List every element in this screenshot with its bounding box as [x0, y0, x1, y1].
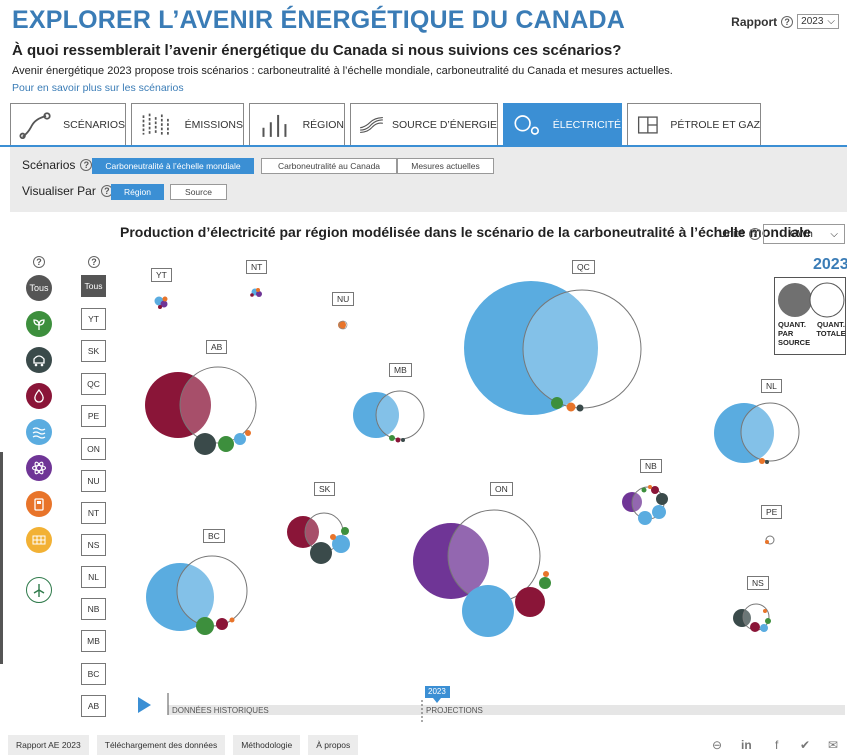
timeline-historical-label: DONNÉES HISTORIQUES — [172, 706, 269, 715]
bubble-gas — [515, 587, 545, 617]
bubble-oil — [566, 402, 576, 412]
bubble-coal — [656, 493, 668, 505]
bubble-biomass — [641, 487, 647, 493]
region-bubbles-ns[interactable] — [733, 603, 771, 632]
bubble-oil — [759, 458, 765, 464]
app-root: EXPLORER L’AVENIR ÉNERGÉTIQUE DU CANADA … — [0, 0, 847, 756]
region-label-nl: NL — [761, 379, 782, 393]
region-label-pe: PE — [761, 505, 783, 519]
timeline-marker-pointer — [433, 698, 441, 703]
bubble-hydro — [234, 433, 246, 445]
timeline-projections-label: PROJECTIONS — [426, 706, 483, 715]
region-label-qc: QC — [572, 260, 595, 274]
bubble-coal — [401, 438, 405, 442]
footer-methodology-button[interactable]: Méthodologie — [233, 735, 301, 755]
bubble-gas — [250, 293, 254, 297]
bubble-gas — [651, 486, 659, 494]
bubble-gas — [395, 437, 401, 443]
bubble-total — [740, 402, 800, 462]
region-bubbles-nu[interactable] — [338, 320, 348, 330]
region-label-ab: AB — [206, 340, 228, 354]
bubble-total — [176, 555, 248, 627]
region-bubbles-nt[interactable] — [250, 288, 262, 297]
bubble-total — [179, 366, 257, 444]
footer-download-button[interactable]: Téléchargement des données — [96, 735, 226, 755]
bubble-hydro — [462, 585, 514, 637]
bubble-gas — [158, 305, 162, 309]
region-label-ns: NS — [747, 576, 769, 590]
region-bubbles-ab[interactable] — [145, 366, 257, 455]
bubble-biomass — [765, 618, 771, 624]
region-bubbles-on[interactable] — [413, 509, 551, 637]
bubble-oil — [765, 540, 769, 544]
bubble-oil — [162, 296, 168, 302]
bubble-biomass — [539, 577, 551, 589]
bubble-oil — [648, 485, 652, 489]
bubble-oil — [256, 288, 260, 292]
region-bubbles-nb[interactable] — [622, 485, 668, 525]
footer-report-button[interactable]: Rapport AE 2023 — [8, 735, 89, 755]
bubble-oil — [543, 571, 549, 577]
region-label-nt: NT — [246, 260, 268, 274]
twitter-icon[interactable]: ✔ — [800, 738, 810, 752]
bubble-nuclear — [256, 291, 262, 297]
region-bubbles-nl[interactable] — [714, 402, 800, 464]
bubble-gas — [750, 622, 760, 632]
bubble-biomass — [551, 397, 563, 409]
region-bubbles-mb[interactable] — [353, 390, 425, 443]
region-label-mb: MB — [389, 363, 412, 377]
linkedin-icon[interactable]: in — [741, 738, 752, 752]
bubble-chart — [138, 281, 845, 723]
region-label-on: ON — [490, 482, 513, 496]
bubble-hydro — [760, 624, 768, 632]
region-label-nb: NB — [640, 459, 662, 473]
region-label-sk: SK — [314, 482, 336, 496]
email-icon[interactable]: ✉ — [828, 738, 838, 752]
link-icon[interactable]: ⊖ — [712, 738, 722, 752]
bubble-biomass — [341, 527, 349, 535]
region-label-yt: YT — [151, 268, 172, 282]
region-bubbles-qc[interactable] — [464, 281, 642, 415]
region-bubbles-yt[interactable] — [154, 296, 168, 310]
footer-about-button[interactable]: À propos — [308, 735, 359, 755]
bubble-oil — [229, 617, 235, 623]
facebook-icon[interactable]: f — [775, 738, 778, 752]
region-bubbles-pe[interactable] — [765, 535, 775, 545]
bubble-biomass — [196, 617, 214, 635]
bubble-oil — [763, 609, 767, 613]
bubble-hydro — [652, 505, 666, 519]
bubble-coal — [765, 460, 769, 464]
region-label-bc: BC — [203, 529, 225, 543]
bubble-coal — [310, 542, 332, 564]
play-icon[interactable] — [138, 697, 151, 713]
bubble-total — [375, 390, 425, 440]
region-bubbles-bc[interactable] — [146, 555, 248, 635]
timeline-current-year: 2023 — [428, 687, 446, 696]
bubble-gas — [216, 618, 228, 630]
bubble-coal — [194, 433, 216, 455]
region-label-nu: NU — [332, 292, 355, 306]
bubble-oil — [330, 534, 336, 540]
timeline-track[interactable] — [168, 705, 845, 715]
bubble-total — [522, 289, 642, 409]
region-bubbles-sk[interactable] — [287, 512, 350, 564]
bubble-hydro — [638, 511, 652, 525]
bubble-coal — [576, 404, 584, 412]
bubble-biomass — [218, 436, 234, 452]
bubble-biomass — [389, 435, 395, 441]
bubble-oil — [245, 430, 251, 436]
